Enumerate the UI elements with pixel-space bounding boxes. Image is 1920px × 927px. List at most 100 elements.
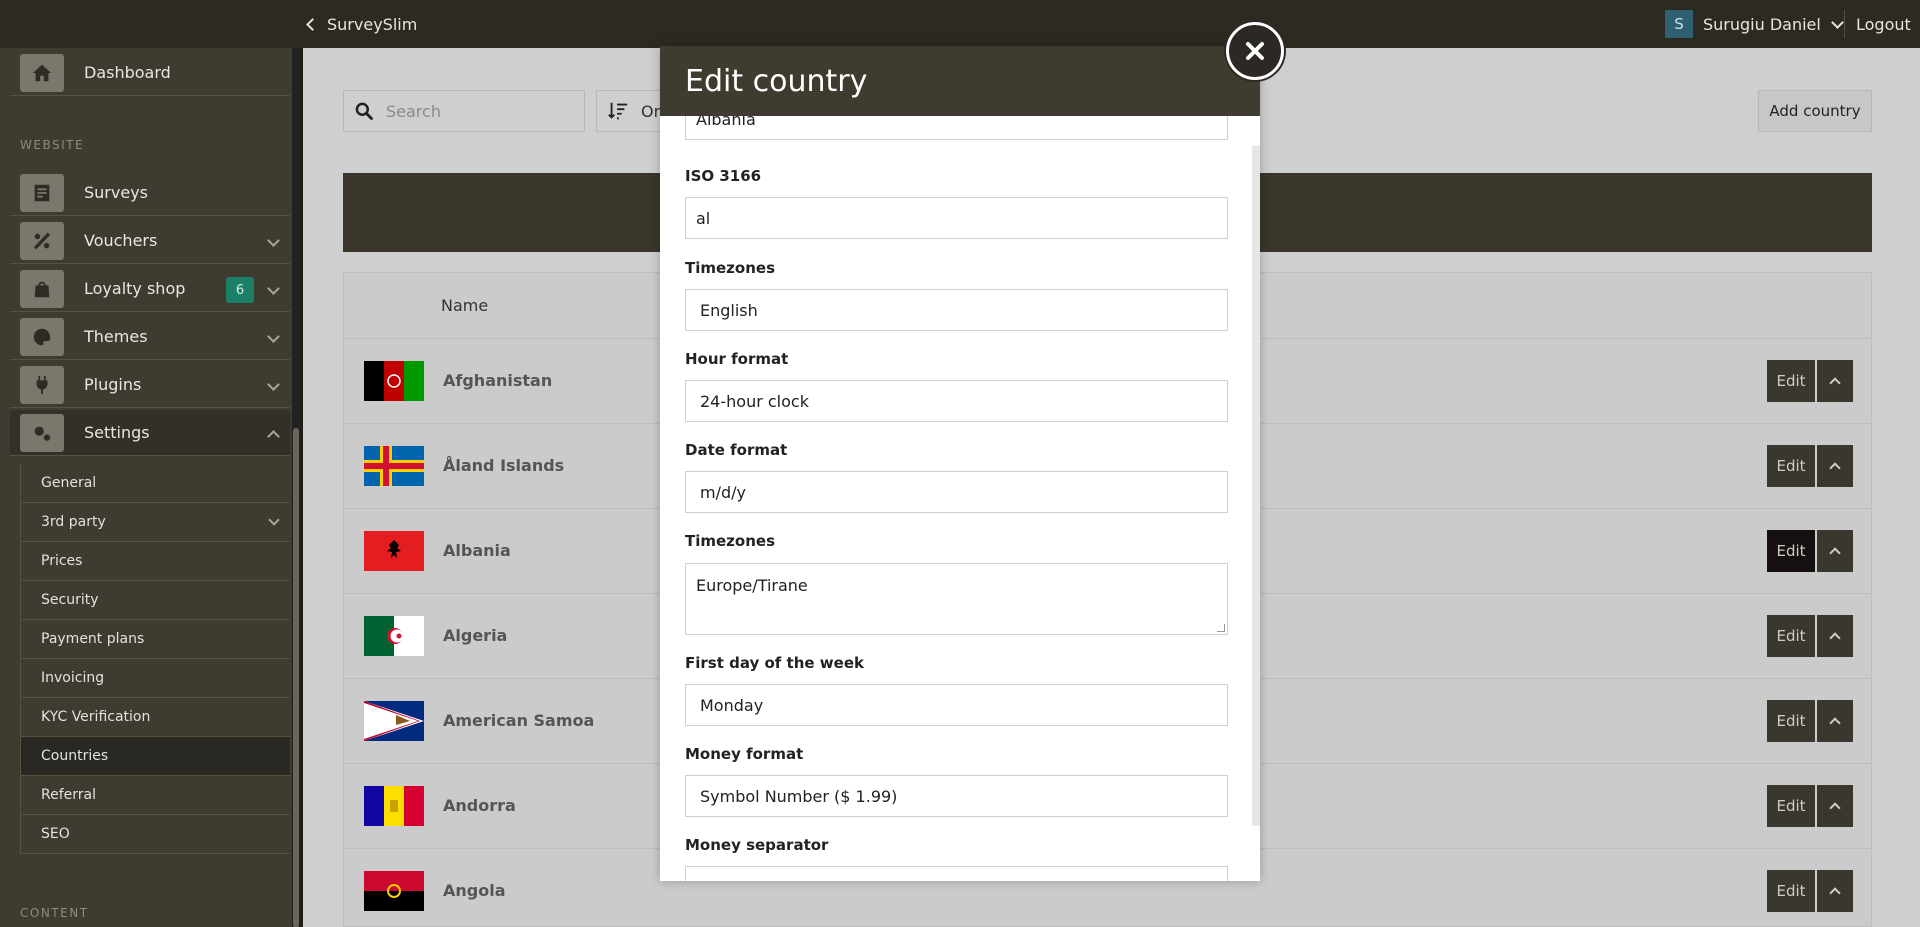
brand-name: SurveySlim <box>327 14 418 34</box>
subnav-invoicing[interactable]: Invoicing <box>20 659 290 698</box>
timezones-textarea[interactable]: Europe/Tirane <box>685 563 1228 635</box>
search-input[interactable]: Search <box>343 90 585 132</box>
section-label-content: CONTENT <box>20 906 89 920</box>
flag-aland-icon <box>364 446 424 486</box>
subnav-3rd-party[interactable]: 3rd party <box>20 503 290 542</box>
edit-country-modal: Edit country Albania ISO 3166 al Timezon… <box>660 46 1260 881</box>
hour-format-select[interactable]: 24-hour clock <box>685 380 1228 422</box>
search-placeholder: Search <box>386 101 441 121</box>
modal-body: Albania ISO 3166 al Timezones English Ho… <box>660 98 1260 881</box>
sidebar-scrollbar[interactable] <box>292 48 300 927</box>
flag-algeria-icon <box>364 616 424 656</box>
move-up-button[interactable] <box>1817 615 1853 657</box>
brand-back-link[interactable]: SurveySlim <box>306 0 418 48</box>
country-name: Afghanistan <box>443 371 553 390</box>
edit-button[interactable]: Edit <box>1767 700 1815 742</box>
percent-icon <box>20 221 64 260</box>
subnav-payment-plans[interactable]: Payment plans <box>20 620 290 659</box>
chevron-down-icon <box>267 234 280 247</box>
sidebar-item-label: Themes <box>84 327 148 346</box>
iso-field[interactable]: al <box>685 197 1228 239</box>
chevron-up-icon <box>1829 547 1841 559</box>
sidebar-item-loyalty-shop[interactable]: Loyalty shop 6 <box>10 266 290 312</box>
chevron-up-icon <box>1829 377 1841 389</box>
country-name: Angola <box>443 881 506 900</box>
first-day-label: First day of the week <box>685 654 864 672</box>
country-name: Algeria <box>443 626 508 645</box>
money-separator-field[interactable] <box>685 866 1228 881</box>
subnav-general[interactable]: General <box>20 464 290 503</box>
date-format-select[interactable]: m/d/y <box>685 471 1228 513</box>
divider <box>1844 10 1845 38</box>
chevron-down-icon <box>267 282 280 295</box>
edit-button[interactable]: Edit <box>1767 870 1815 912</box>
timezones-label: Timezones <box>685 532 775 550</box>
add-country-button[interactable]: Add country <box>1758 90 1872 132</box>
resize-handle-icon[interactable] <box>1217 624 1225 632</box>
column-header-name[interactable]: Name <box>441 296 488 315</box>
chevron-up-icon <box>1829 717 1841 729</box>
edit-button[interactable]: Edit <box>1767 615 1815 657</box>
edit-button[interactable]: Edit <box>1767 530 1815 572</box>
money-separator-label: Money separator <box>685 836 829 854</box>
close-modal-button[interactable] <box>1226 22 1284 80</box>
flag-american-samoa-icon <box>364 701 424 741</box>
flag-albania-icon <box>364 531 424 571</box>
modal-scrollbar[interactable] <box>1252 146 1260 826</box>
move-up-button[interactable] <box>1817 445 1853 487</box>
country-name: Andorra <box>443 796 516 815</box>
move-up-button[interactable] <box>1817 360 1853 402</box>
chevron-down-icon <box>268 514 280 526</box>
chevron-up-icon <box>1829 887 1841 899</box>
flag-afghanistan-icon <box>364 361 424 401</box>
subnav-seo[interactable]: SEO <box>20 815 290 854</box>
sidebar-item-label: Plugins <box>84 375 142 394</box>
chevron-down-icon <box>267 330 280 343</box>
chevron-left-icon <box>306 17 319 31</box>
sort-icon <box>608 102 628 120</box>
edit-button[interactable]: Edit <box>1767 360 1815 402</box>
chevron-up-icon <box>1829 632 1841 644</box>
sidebar-item-vouchers[interactable]: Vouchers <box>10 218 290 264</box>
sidebar-item-label: Vouchers <box>84 231 158 250</box>
plug-icon <box>20 365 64 404</box>
sidebar-item-plugins[interactable]: Plugins <box>10 362 290 408</box>
languages-select[interactable]: English <box>685 289 1228 331</box>
sidebar-item-label: Loyalty shop <box>84 279 186 298</box>
scrollbar-thumb[interactable] <box>293 428 299 927</box>
timezones-value: Europe/Tirane <box>696 576 808 595</box>
country-name: Åland Islands <box>443 456 565 475</box>
logout-link[interactable]: Logout <box>1856 0 1911 48</box>
edit-button[interactable]: Edit <box>1767 785 1815 827</box>
sidebar-item-settings[interactable]: Settings <box>10 410 290 456</box>
close-icon <box>1246 42 1264 60</box>
count-badge: 6 <box>226 277 254 303</box>
sidebar: Dashboard WEBSITE Surveys Vouchers Loyal… <box>0 48 300 927</box>
date-format-label: Date format <box>685 441 788 459</box>
sidebar-item-dashboard[interactable]: Dashboard <box>10 50 290 96</box>
subnav-kyc-verification[interactable]: KYC Verification <box>20 698 290 737</box>
subnav-security[interactable]: Security <box>20 581 290 620</box>
user-name: Surugiu Daniel <box>1703 14 1821 34</box>
palette-icon <box>20 317 64 356</box>
edit-button[interactable]: Edit <box>1767 445 1815 487</box>
sidebar-item-surveys[interactable]: Surveys <box>10 170 290 216</box>
subnav-referral[interactable]: Referral <box>20 776 290 815</box>
subnav-countries[interactable]: Countries <box>20 737 290 776</box>
move-up-button[interactable] <box>1817 870 1853 912</box>
languages-label: Timezones <box>685 259 775 277</box>
sidebar-item-themes[interactable]: Themes <box>10 314 290 360</box>
sidebar-item-label: Dashboard <box>84 63 171 82</box>
user-menu[interactable]: S Surugiu Daniel <box>1665 0 1844 48</box>
money-format-select[interactable]: Symbol Number ($ 1.99) <box>685 775 1228 817</box>
move-up-button[interactable] <box>1817 700 1853 742</box>
first-day-select[interactable]: Monday <box>685 684 1228 726</box>
country-name: Albania <box>443 541 511 560</box>
chevron-down-icon <box>267 378 280 391</box>
search-icon <box>355 102 373 120</box>
chevron-up-icon <box>1829 462 1841 474</box>
move-up-button[interactable] <box>1817 785 1853 827</box>
shopping-bag-icon <box>20 269 64 308</box>
move-up-button[interactable] <box>1817 530 1853 572</box>
subnav-prices[interactable]: Prices <box>20 542 290 581</box>
